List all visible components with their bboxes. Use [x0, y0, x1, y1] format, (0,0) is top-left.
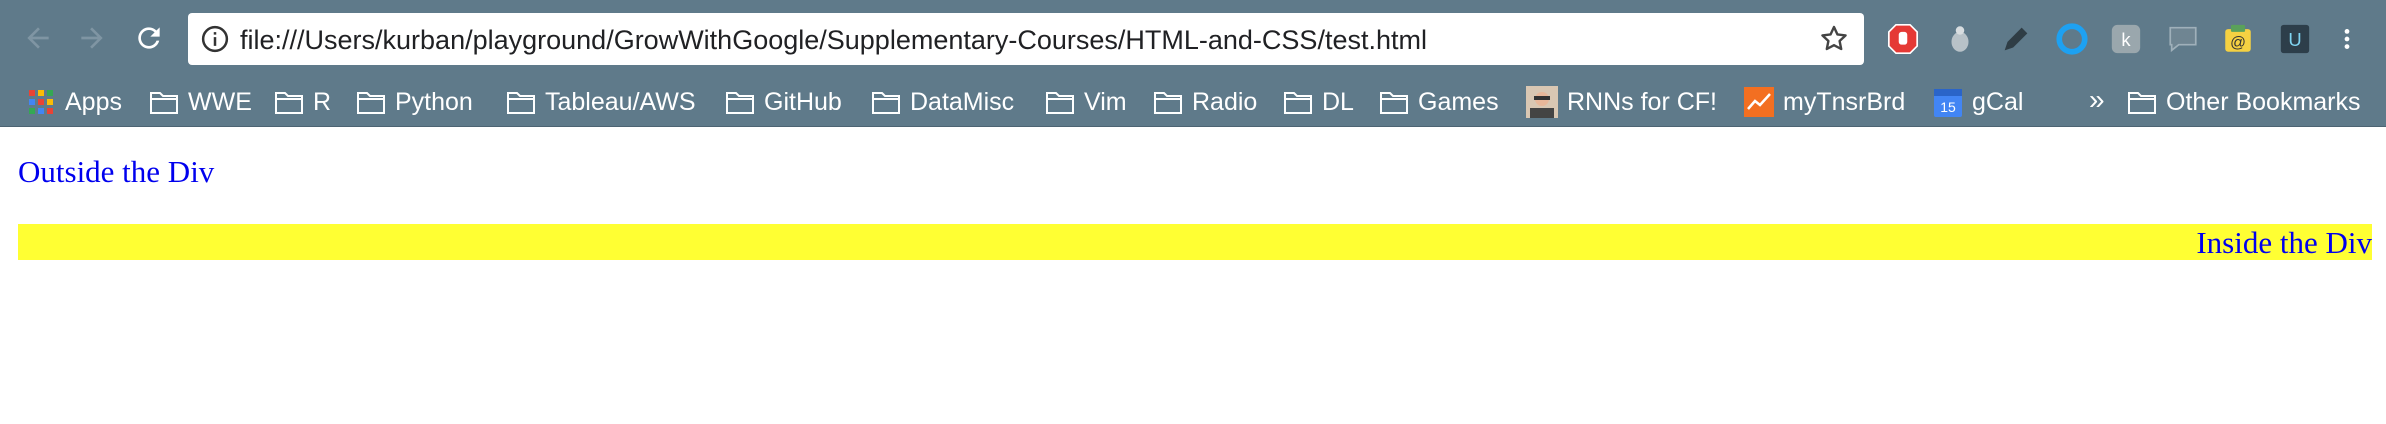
- bookmark-folder-games[interactable]: Games: [1379, 78, 1499, 126]
- bookmark-label: Games: [1418, 87, 1499, 116]
- calendar-icon: 15: [1933, 86, 1963, 118]
- bookmark-label: Other Bookmarks: [2166, 87, 2361, 116]
- reload-button[interactable]: [127, 16, 171, 60]
- folder-icon: [725, 89, 755, 115]
- bookmark-label: WWE: [188, 87, 252, 116]
- bookmark-label: Vim: [1084, 87, 1127, 116]
- kebab-menu-button[interactable]: [2334, 22, 2360, 56]
- bookmark-folder-tableau-aws[interactable]: Tableau/AWS: [506, 78, 696, 126]
- folder-icon: [1283, 89, 1313, 115]
- reload-icon: [138, 27, 160, 49]
- page-content: Outside the Div Inside the Div: [0, 127, 2386, 424]
- inside-div-text: Inside the Div: [2196, 225, 2372, 260]
- outside-div-text: Outside the Div: [18, 154, 215, 189]
- svg-text:@: @: [2230, 35, 2246, 52]
- bookmark-label: DL: [1322, 87, 1354, 116]
- forward-button[interactable]: [70, 16, 114, 60]
- svg-text:k: k: [2121, 29, 2131, 50]
- svg-text:U: U: [2288, 29, 2301, 50]
- bookmark-apps[interactable]: Apps: [26, 78, 122, 126]
- bookmark-folder-datamisc[interactable]: DataMisc: [871, 78, 1014, 126]
- forward-arrow-icon: [81, 27, 103, 49]
- pen-extension-icon[interactable]: [1999, 22, 2033, 56]
- circle-extension-icon[interactable]: [2055, 22, 2089, 56]
- chart-icon: [1744, 87, 1774, 117]
- star-icon[interactable]: [1818, 23, 1850, 55]
- bookmark-folder-dl[interactable]: DL: [1283, 78, 1354, 126]
- bookmark-folder-wwe[interactable]: WWE: [149, 78, 252, 126]
- folder-icon: [149, 89, 179, 115]
- kebab-menu-icon: [2344, 29, 2350, 49]
- bookmark-rnns-for-cf[interactable]: RNNs for CF!: [1526, 78, 1717, 126]
- folder-icon: [1045, 89, 1075, 115]
- address-bar[interactable]: file:///Users/kurban/playground/GrowWith…: [188, 13, 1864, 65]
- calendar-badge: 15: [1940, 99, 1956, 115]
- back-arrow-icon: [27, 27, 49, 49]
- bookmark-label: DataMisc: [910, 87, 1015, 116]
- bookmark-folder-github[interactable]: GitHub: [725, 78, 842, 126]
- folder-icon: [1379, 89, 1409, 115]
- bookmark-label: Radio: [1192, 87, 1258, 116]
- bookmark-label: Python: [395, 87, 473, 116]
- bookmarks-bar: Apps WWE R Python Tableau/AWS GitHub Dat…: [0, 78, 2386, 127]
- bookmark-label: myTnsrBrd: [1783, 87, 1906, 116]
- avatar-icon: [1526, 86, 1558, 118]
- bookmark-label: RNNs for CF!: [1567, 87, 1717, 116]
- bug-extension-icon[interactable]: [1943, 22, 1977, 56]
- folder-icon: [2127, 89, 2157, 115]
- folder-icon: [1153, 89, 1183, 115]
- bookmark-label: R: [313, 87, 332, 116]
- bookmark-label: gCal: [1972, 87, 2024, 116]
- chevron-double-right-icon: »: [2089, 84, 2105, 115]
- bookmark-mytnsrbrd[interactable]: myTnsrBrd: [1744, 78, 1905, 126]
- bookmark-folder-python[interactable]: Python: [356, 78, 473, 126]
- bookmark-gcal[interactable]: 15 gCal: [1933, 78, 2023, 126]
- info-icon[interactable]: [200, 24, 230, 54]
- bookmarks-overflow-button[interactable]: »: [2089, 76, 2105, 124]
- folder-icon: [274, 89, 304, 115]
- folder-icon: [356, 89, 386, 115]
- folder-icon: [506, 89, 536, 115]
- u-extension-icon[interactable]: U: [2278, 22, 2312, 56]
- yellow-div: Inside the Div: [18, 224, 2372, 260]
- adblock-extension-icon[interactable]: [1886, 22, 1920, 56]
- k-extension-icon[interactable]: k: [2109, 22, 2143, 56]
- bookmark-folder-radio[interactable]: Radio: [1153, 78, 1257, 126]
- bookmark-label: GitHub: [764, 87, 842, 116]
- apps-grid-icon: [26, 89, 56, 115]
- back-button[interactable]: [16, 16, 60, 60]
- browser-toolbar: file:///Users/kurban/playground/GrowWith…: [0, 0, 2386, 78]
- bookmark-label: Tableau/AWS: [545, 87, 696, 116]
- bookmark-label: Apps: [65, 87, 122, 116]
- bookmark-folder-r[interactable]: R: [274, 78, 331, 126]
- bookmark-folder-vim[interactable]: Vim: [1045, 78, 1127, 126]
- folder-icon: [871, 89, 901, 115]
- chat-extension-icon[interactable]: [2166, 22, 2200, 56]
- url-text[interactable]: file:///Users/kurban/playground/GrowWith…: [240, 25, 1427, 56]
- at-extension-icon[interactable]: @: [2221, 22, 2255, 56]
- bookmark-folder-other-bookmarks[interactable]: Other Bookmarks: [2127, 78, 2361, 126]
